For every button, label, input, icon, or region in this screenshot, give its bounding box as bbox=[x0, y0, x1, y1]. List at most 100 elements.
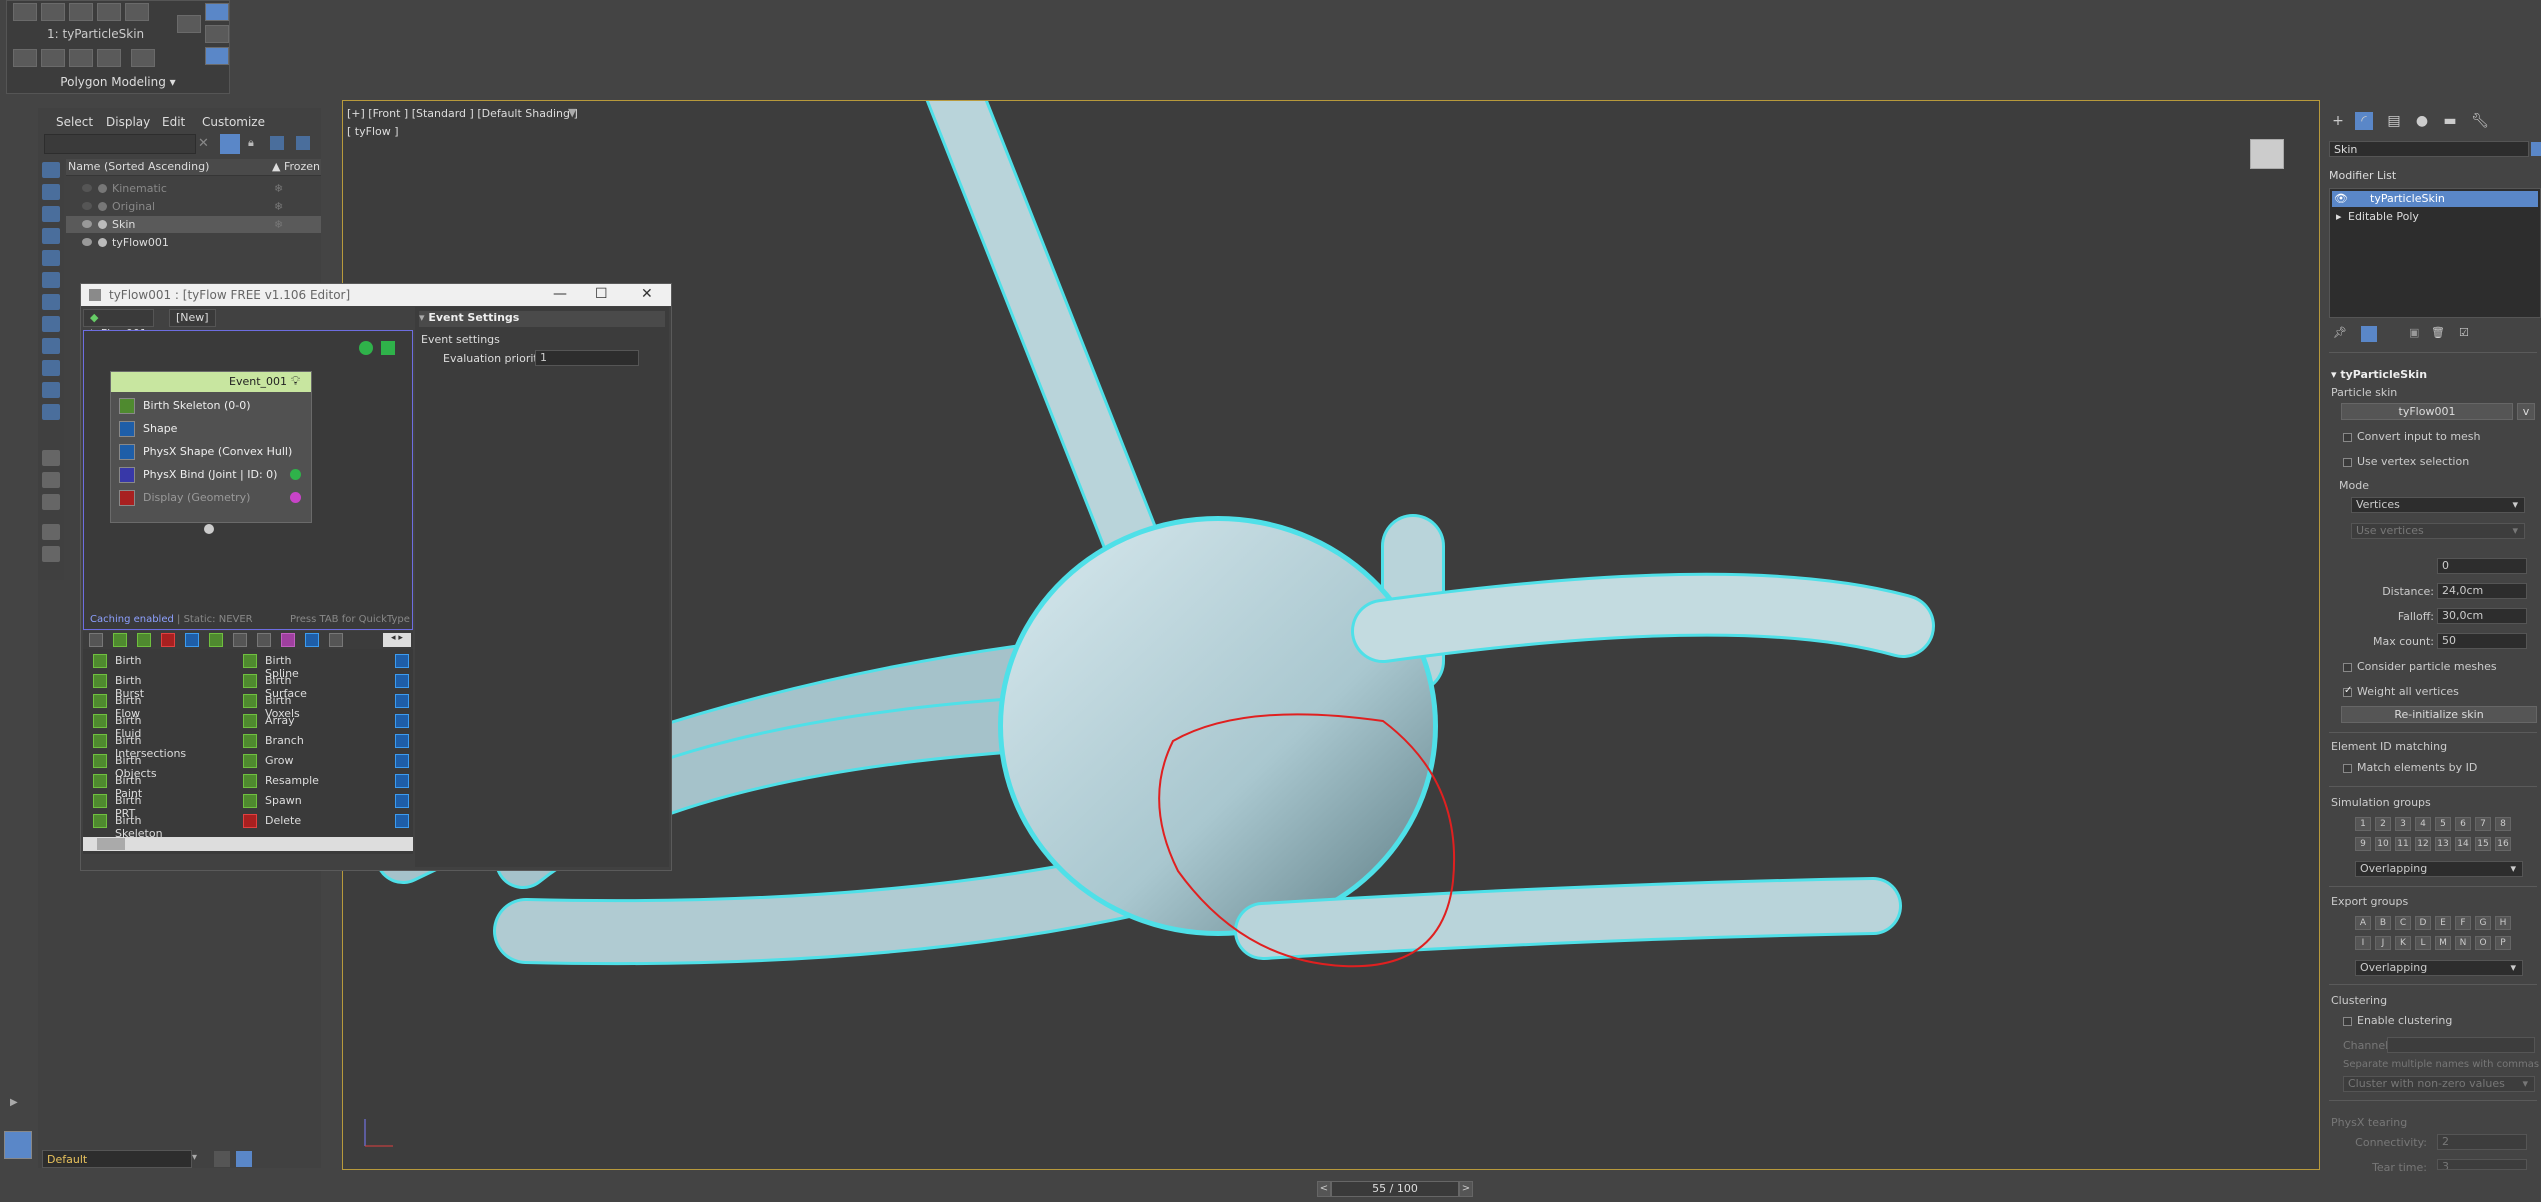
utilities-tab-icon[interactable]: 🔧︎ bbox=[2471, 112, 2489, 130]
layer-dropdown[interactable]: Default bbox=[42, 1150, 192, 1168]
export-overlap-dropdown[interactable]: Overlapping ▾ bbox=[2355, 960, 2523, 976]
enable-clustering-checkbox[interactable] bbox=[2343, 1017, 2352, 1026]
ribbon-button-3[interactable] bbox=[69, 49, 93, 67]
show-end-result-icon[interactable] bbox=[2361, 326, 2377, 342]
depot-op-icon[interactable] bbox=[395, 654, 409, 668]
play-icon[interactable]: ▶ bbox=[10, 1097, 22, 1109]
operator-display[interactable]: Display (Geometry) bbox=[119, 488, 305, 508]
depot-horizontal-scrollbar[interactable] bbox=[83, 837, 413, 851]
tab-new[interactable]: [New] bbox=[169, 309, 216, 327]
operator-physx-bind[interactable]: PhysX Bind (Joint | ID: 0) bbox=[119, 465, 305, 485]
explorer-search-input[interactable] bbox=[44, 134, 196, 154]
category-scroll-arrows[interactable]: ◂ ▸ bbox=[383, 633, 411, 647]
simulation-group-button[interactable]: 10 bbox=[2375, 837, 2391, 851]
trash-icon[interactable]: 🗑︎ bbox=[2431, 326, 2445, 339]
panel-toggle-button[interactable] bbox=[205, 25, 229, 43]
stack-item-editable-poly[interactable]: ▸ Editable Poly bbox=[2332, 209, 2538, 225]
depot-op-icon[interactable] bbox=[395, 714, 409, 728]
configure-icon[interactable]: ☑ bbox=[2459, 326, 2469, 339]
edit-mode-button[interactable] bbox=[205, 3, 229, 21]
export-group-button[interactable]: D bbox=[2415, 916, 2431, 930]
time-slider[interactable]: 55 / 100 bbox=[1331, 1181, 1459, 1197]
freeze-icon[interactable]: ❄ bbox=[274, 200, 283, 213]
export-group-button[interactable]: I bbox=[2355, 936, 2371, 950]
explorer-row[interactable]: Original ❄ bbox=[66, 198, 321, 215]
reinitialize-skin-button[interactable]: Re-initialize skin bbox=[2341, 706, 2537, 723]
group-filter-icon[interactable] bbox=[42, 294, 60, 310]
export-group-button[interactable]: C bbox=[2395, 916, 2411, 930]
layers-icon[interactable] bbox=[214, 1151, 230, 1167]
menu-select[interactable]: Select bbox=[56, 115, 93, 129]
weight-all-checkbox[interactable] bbox=[2343, 685, 2352, 697]
select-tool-button[interactable] bbox=[13, 3, 37, 21]
depot-op-icon[interactable] bbox=[395, 674, 409, 688]
export-group-button[interactable]: M bbox=[2435, 936, 2451, 950]
priority-spinner[interactable]: 1 bbox=[535, 350, 639, 366]
category-icon[interactable] bbox=[329, 633, 343, 647]
category-icon[interactable] bbox=[281, 633, 295, 647]
simulation-group-button[interactable]: 12 bbox=[2415, 837, 2431, 851]
stack-item-typarticleskin[interactable]: 👁︎ tyParticleSkin bbox=[2332, 191, 2538, 207]
explorer-toggle-icon[interactable] bbox=[236, 1151, 252, 1167]
explorer-row[interactable]: Kinematic ❄ bbox=[66, 180, 321, 197]
simulation-group-button[interactable]: 16 bbox=[2495, 837, 2511, 851]
name-column-header[interactable]: Name (Sorted Ascending) bbox=[68, 160, 209, 173]
motion-tab-icon[interactable]: ● bbox=[2413, 112, 2431, 130]
event-node[interactable]: Event_001 💡︎ Birth Skeleton (0-0) Shape … bbox=[110, 371, 312, 523]
bone-filter-icon[interactable] bbox=[42, 338, 60, 354]
simulation-group-button[interactable]: 14 bbox=[2455, 837, 2471, 851]
explorer-row-selected[interactable]: Skin ❄ bbox=[66, 216, 321, 233]
event-header[interactable]: Event_001 💡︎ bbox=[111, 372, 311, 392]
export-group-button[interactable]: K bbox=[2395, 936, 2411, 950]
layer-icon[interactable] bbox=[296, 136, 310, 150]
display-tab-icon[interactable]: ▬ bbox=[2441, 112, 2459, 130]
category-icon[interactable] bbox=[185, 633, 199, 647]
filter-icon[interactable] bbox=[220, 134, 240, 154]
category-icon[interactable] bbox=[137, 633, 151, 647]
layer-dropdown-arrow-icon[interactable]: ▾ bbox=[192, 1152, 197, 1163]
category-icon[interactable] bbox=[161, 633, 175, 647]
tyflow-editor-titlebar[interactable]: tyFlow001 : [tyFlow FREE v1.106 Editor] … bbox=[81, 284, 671, 306]
category-icon[interactable] bbox=[305, 633, 319, 647]
event-output-connector[interactable] bbox=[204, 524, 214, 534]
mode-dropdown[interactable]: Vertices ▾ bbox=[2351, 497, 2525, 513]
export-group-button[interactable]: P bbox=[2495, 936, 2511, 950]
info-mode-button[interactable] bbox=[205, 47, 229, 65]
polygon-modeling-dropdown[interactable]: Polygon Modeling ▾ bbox=[7, 75, 229, 89]
simulation-group-button[interactable]: 7 bbox=[2475, 817, 2491, 831]
paint-tool-button[interactable] bbox=[41, 3, 65, 21]
depot-op-icon[interactable] bbox=[395, 774, 409, 788]
max-count-spinner[interactable]: 50 bbox=[2437, 633, 2527, 649]
eye-icon[interactable] bbox=[82, 202, 92, 210]
simulation-group-button[interactable]: 8 bbox=[2495, 817, 2511, 831]
all-filter-icon[interactable] bbox=[42, 450, 60, 466]
tyflow-pick-button[interactable]: tyFlow001 bbox=[2341, 403, 2513, 420]
category-icon[interactable] bbox=[89, 633, 103, 647]
export-group-button[interactable]: O bbox=[2475, 936, 2491, 950]
ribbon-button-1[interactable] bbox=[13, 49, 37, 67]
convert-checkbox[interactable] bbox=[2343, 433, 2352, 442]
category-icon[interactable] bbox=[233, 633, 247, 647]
make-unique-icon[interactable]: ▣ bbox=[2409, 326, 2419, 339]
eye-icon[interactable] bbox=[82, 238, 92, 246]
eye-icon[interactable] bbox=[82, 184, 92, 192]
lock-icon[interactable]: 🔒︎ bbox=[248, 136, 254, 150]
modifier-list-dropdown[interactable]: Modifier List bbox=[2329, 169, 2537, 183]
operator-shape[interactable]: Shape bbox=[119, 419, 305, 439]
tyflow-graph-canvas[interactable]: Event_001 💡︎ Birth Skeleton (0-0) Shape … bbox=[83, 330, 413, 630]
cube-tool-button[interactable] bbox=[125, 3, 149, 21]
depot-op-icon[interactable] bbox=[395, 734, 409, 748]
tyflow-v-button[interactable]: v bbox=[2517, 403, 2535, 420]
light-filter-icon[interactable] bbox=[42, 206, 60, 222]
event-settings-header[interactable]: ▾ Event Settings bbox=[419, 311, 665, 327]
maximize-icon[interactable]: ☐ bbox=[595, 286, 608, 302]
viewport-layout-button[interactable] bbox=[4, 1131, 32, 1159]
menu-edit[interactable]: Edit bbox=[162, 115, 185, 129]
export-group-button[interactable]: A bbox=[2355, 916, 2371, 930]
use-vsel-checkbox[interactable] bbox=[2343, 458, 2352, 467]
simulation-group-button[interactable]: 4 bbox=[2415, 817, 2431, 831]
export-group-button[interactable]: N bbox=[2455, 936, 2471, 950]
none-filter-icon[interactable] bbox=[42, 472, 60, 488]
next-frame-button[interactable]: > bbox=[1459, 1181, 1473, 1197]
simulation-group-button[interactable]: 13 bbox=[2435, 837, 2451, 851]
